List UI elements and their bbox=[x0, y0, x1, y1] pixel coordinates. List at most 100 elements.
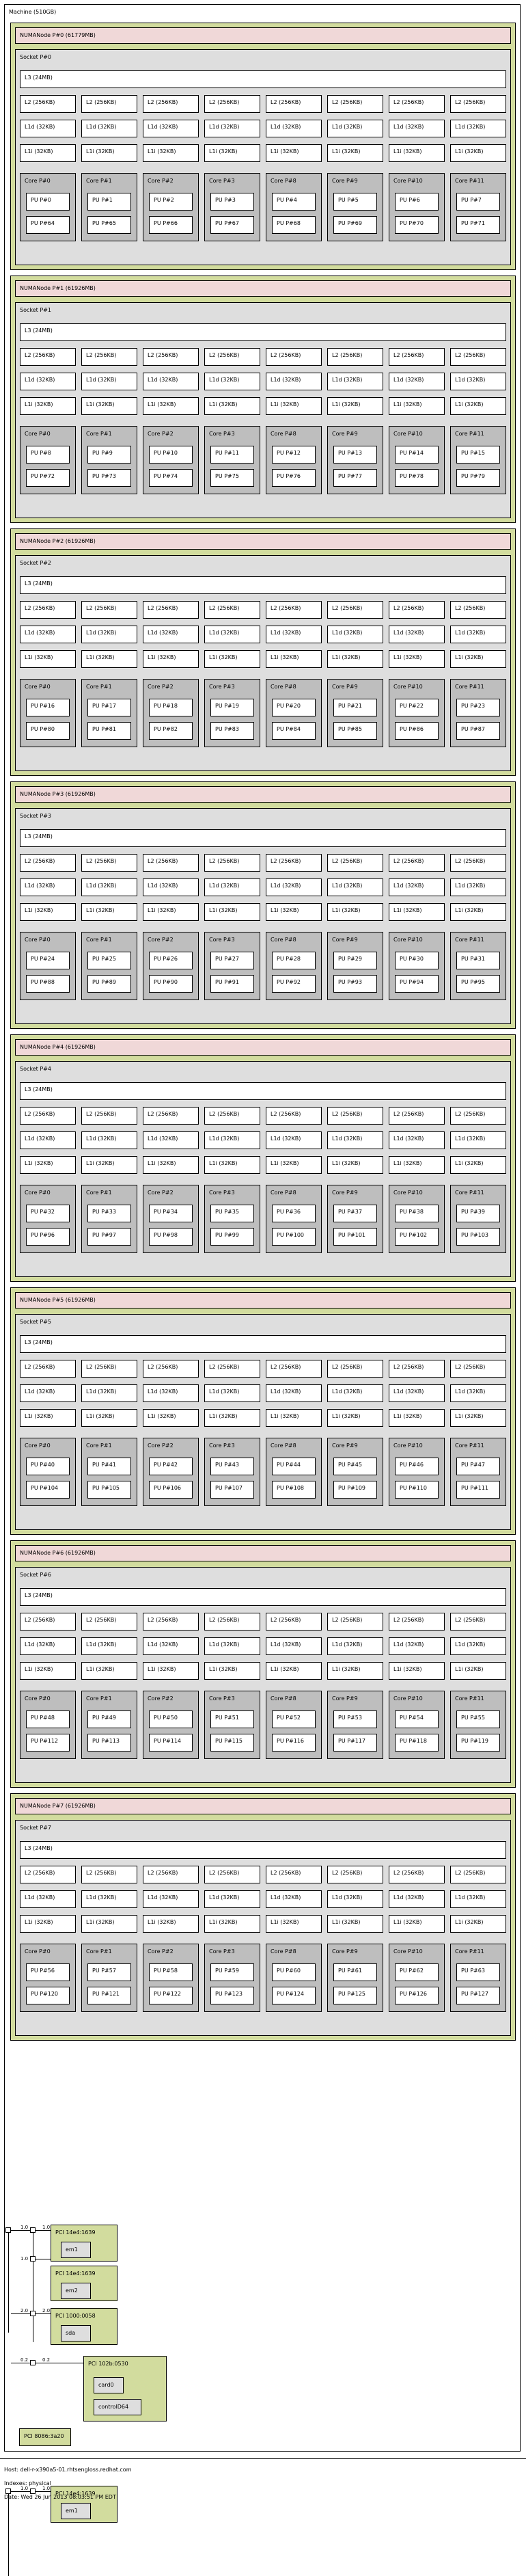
processing-unit: PU P#8 bbox=[26, 446, 70, 464]
processing-unit: PU P#94 bbox=[395, 975, 439, 993]
processing-unit: PU P#89 bbox=[87, 975, 131, 993]
l1d-cache: L1d (32KB) bbox=[81, 1890, 137, 1908]
l1d-cache: L1d (32KB) bbox=[204, 1890, 260, 1908]
core-column: L2 (256KB) L1d (32KB) L1i (32KB) Core P#2 PU… bbox=[143, 50, 199, 248]
l2-cache: L2 (256KB) bbox=[20, 1613, 76, 1631]
socket: Socket P#7 L3 (24MB) L2 (256KB) L1d (32KB) L… bbox=[15, 1820, 511, 2036]
numa-node-label: NUMANode P#2 (61926MB) bbox=[15, 533, 511, 550]
processing-unit: PU P#98 bbox=[149, 1228, 193, 1246]
l1d-cache: L1d (32KB) bbox=[327, 1384, 383, 1402]
l1i-cache: L1i (32KB) bbox=[81, 1409, 137, 1427]
l1d-cache: L1d (32KB) bbox=[20, 1384, 76, 1402]
l2-cache: L2 (256KB) bbox=[204, 601, 260, 619]
core-label: Core P#9 bbox=[332, 431, 358, 437]
pci-device-label: PCI 102b:0530 bbox=[88, 2361, 128, 2367]
numa-node: NUMANode P#6 (61926MB) Socket P#6 L3 (24MB… bbox=[10, 1540, 516, 1788]
l1i-cache: L1i (32KB) bbox=[450, 1156, 506, 1174]
core-label: Core P#10 bbox=[393, 684, 423, 690]
core-label: Core P#0 bbox=[25, 431, 51, 437]
l1d-cache: L1d (32KB) bbox=[81, 120, 137, 137]
core: Core P#8 PU P#36 PU P#100 bbox=[266, 1185, 322, 1253]
core: Core P#1 PU P#49 PU P#113 bbox=[81, 1691, 137, 1759]
core: Core P#0 PU P#32 PU P#96 bbox=[20, 1185, 76, 1253]
l2-cache: L2 (256KB) bbox=[81, 854, 137, 872]
core-label: Core P#10 bbox=[393, 1443, 423, 1449]
core-column: L2 (256KB) L1d (32KB) L1i (32KB) Core P#2 PU… bbox=[143, 303, 199, 501]
core: Core P#1 PU P#57 PU P#121 bbox=[81, 1944, 137, 2012]
core-column: L2 (256KB) L1d (32KB) L1i (32KB) Core P#10 P… bbox=[389, 1315, 445, 1513]
l2-cache: L2 (256KB) bbox=[204, 95, 260, 113]
l1d-cache: L1d (32KB) bbox=[266, 120, 322, 137]
connector-line bbox=[36, 2491, 51, 2492]
core-label: Core P#9 bbox=[332, 1190, 358, 1196]
l1i-cache: L1i (32KB) bbox=[204, 1915, 260, 1933]
core: Core P#0 PU P#8 PU P#72 bbox=[20, 426, 76, 494]
connector-line bbox=[8, 2233, 9, 2333]
core-label: Core P#10 bbox=[393, 1695, 423, 1702]
core: Core P#3 PU P#27 PU P#91 bbox=[204, 932, 260, 1000]
l1d-cache: L1d (32KB) bbox=[327, 373, 383, 390]
processing-unit: PU P#82 bbox=[149, 722, 193, 740]
core-label: Core P#2 bbox=[148, 1443, 174, 1449]
processing-unit: PU P#34 bbox=[149, 1205, 193, 1222]
core-column: L2 (256KB) L1d (32KB) L1i (32KB) Core P#0 PU… bbox=[20, 809, 76, 1007]
l2-cache: L2 (256KB) bbox=[143, 854, 199, 872]
processing-unit: PU P#97 bbox=[87, 1228, 131, 1246]
bridge-node bbox=[5, 2488, 11, 2494]
core-label: Core P#9 bbox=[332, 684, 358, 690]
core: Core P#1 PU P#41 PU P#105 bbox=[81, 1438, 137, 1506]
core-column: L2 (256KB) L1d (32KB) L1i (32KB) Core P#3 PU… bbox=[204, 303, 260, 501]
core: Core P#11 PU P#63 PU P#127 bbox=[450, 1944, 506, 2012]
l2-cache: L2 (256KB) bbox=[81, 1107, 137, 1125]
core-column: L2 (256KB) L1d (32KB) L1i (32KB) Core P#11 P… bbox=[450, 556, 506, 754]
core-label: Core P#11 bbox=[455, 1948, 484, 1955]
l2-cache: L2 (256KB) bbox=[143, 95, 199, 113]
l1i-cache: L1i (32KB) bbox=[20, 650, 76, 668]
l2-cache: L2 (256KB) bbox=[450, 348, 506, 366]
core: Core P#2 PU P#58 PU P#122 bbox=[143, 1944, 199, 2012]
core-column: L2 (256KB) L1d (32KB) L1i (32KB) Core P#3 PU… bbox=[204, 556, 260, 754]
core-column: L2 (256KB) L1d (32KB) L1i (32KB) Core P#10 P… bbox=[389, 1062, 445, 1260]
pci-device: PCI 102b:0530 card0 controlD64 bbox=[83, 2356, 167, 2421]
core-column: L2 (256KB) L1d (32KB) L1i (32KB) Core P#3 PU… bbox=[204, 50, 260, 248]
l1i-cache: L1i (32KB) bbox=[81, 144, 137, 162]
socket: Socket P#1 L3 (24MB) L2 (256KB) L1d (32KB) L… bbox=[15, 302, 511, 518]
link-speed-label: 1.0 bbox=[42, 2225, 51, 2230]
l1d-cache: L1d (32KB) bbox=[81, 878, 137, 896]
core: Core P#9 PU P#45 PU P#109 bbox=[327, 1438, 383, 1506]
l1i-cache: L1i (32KB) bbox=[450, 1662, 506, 1680]
processing-unit: PU P#110 bbox=[395, 1481, 439, 1499]
processing-unit: PU P#96 bbox=[26, 1228, 70, 1246]
core-label: Core P#3 bbox=[209, 937, 235, 943]
l2-cache: L2 (256KB) bbox=[389, 348, 445, 366]
core-label: Core P#2 bbox=[148, 684, 174, 690]
l2-cache: L2 (256KB) bbox=[266, 1613, 322, 1631]
core-column: L2 (256KB) L1d (32KB) L1i (32KB) Core P#3 PU… bbox=[204, 1821, 260, 2019]
link-speed-label: 1.0 bbox=[20, 2225, 29, 2230]
l1i-cache: L1i (32KB) bbox=[81, 1915, 137, 1933]
core-column: L2 (256KB) L1d (32KB) L1i (32KB) Core P#0 PU… bbox=[20, 1568, 76, 1766]
core-column: L2 (256KB) L1d (32KB) L1i (32KB) Core P#9 PU… bbox=[327, 1568, 383, 1766]
l1i-cache: L1i (32KB) bbox=[143, 903, 199, 921]
l2-cache: L2 (256KB) bbox=[389, 1613, 445, 1631]
core-label: Core P#8 bbox=[271, 937, 296, 943]
l1d-cache: L1d (32KB) bbox=[450, 373, 506, 390]
l1d-cache: L1d (32KB) bbox=[327, 626, 383, 643]
socket: Socket P#4 L3 (24MB) L2 (256KB) L1d (32KB) L… bbox=[15, 1061, 511, 1277]
core-label: Core P#3 bbox=[209, 684, 235, 690]
processing-unit: PU P#108 bbox=[272, 1481, 316, 1499]
l1d-cache: L1d (32KB) bbox=[143, 373, 199, 390]
processing-unit: PU P#84 bbox=[272, 722, 316, 740]
processing-unit: PU P#17 bbox=[87, 699, 131, 716]
os-device: em2 bbox=[61, 2283, 91, 2299]
core: Core P#0 PU P#56 PU P#120 bbox=[20, 1944, 76, 2012]
core-label: Core P#11 bbox=[455, 178, 484, 184]
core: Core P#10 PU P#62 PU P#126 bbox=[389, 1944, 445, 2012]
core-column: L2 (256KB) L1d (32KB) L1i (32KB) Core P#11 P… bbox=[450, 1568, 506, 1766]
core-label: Core P#2 bbox=[148, 937, 174, 943]
l1i-cache: L1i (32KB) bbox=[266, 650, 322, 668]
l2-cache: L2 (256KB) bbox=[81, 1866, 137, 1883]
l1i-cache: L1i (32KB) bbox=[450, 1915, 506, 1933]
processing-unit: PU P#117 bbox=[333, 1734, 377, 1752]
l1i-cache: L1i (32KB) bbox=[143, 144, 199, 162]
